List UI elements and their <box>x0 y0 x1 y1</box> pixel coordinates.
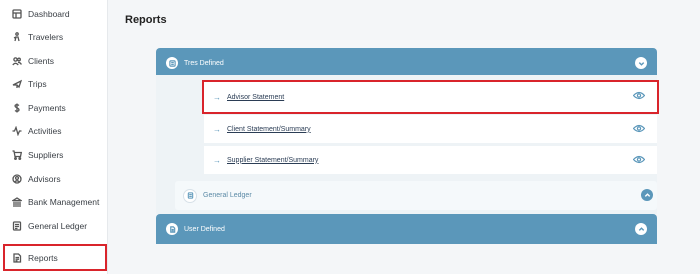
sidebar-item-label: Activities <box>28 126 62 136</box>
page-title: Reports <box>125 14 167 26</box>
report-row-supplier-statement[interactable]: → Supplier Statement/Summary <box>204 146 657 174</box>
dollar-icon <box>11 103 22 114</box>
sidebar-item-activities[interactable]: Activities <box>0 120 108 142</box>
ledger-icon <box>183 188 197 203</box>
bank-icon <box>11 197 22 208</box>
user-defined-label: User Defined <box>184 225 225 233</box>
general-ledger-label: General Ledger <box>203 192 252 199</box>
sidebar-item-label: General Ledger <box>28 221 88 231</box>
sidebar-item-label: Trips <box>28 79 47 89</box>
ledger-icon <box>11 221 22 232</box>
sidebar-item-label: Advisors <box>28 174 61 184</box>
travelers-icon <box>11 32 22 43</box>
arrow-right-icon: → <box>213 92 221 102</box>
eye-icon[interactable] <box>632 91 646 100</box>
dashboard-icon <box>11 9 22 20</box>
sidebar-item-payments[interactable]: Payments <box>0 97 108 119</box>
sidebar-item-reports[interactable]: Reports <box>3 244 107 271</box>
sidebar-item-label: Travelers <box>28 32 64 42</box>
sidebar-item-bank-management[interactable]: Bank Management <box>0 191 108 213</box>
tres-defined-label: Tres Defined <box>184 59 224 67</box>
advisors-icon <box>11 174 22 185</box>
chevron-up-icon[interactable] <box>635 223 647 235</box>
sidebar-item-trips[interactable]: Trips <box>0 73 108 95</box>
sidebar: Dashboard Travelers Clients Trips Paymen… <box>0 0 108 274</box>
clients-icon <box>11 56 22 67</box>
report-row-advisor-statement[interactable]: → Advisor Statement <box>202 80 659 114</box>
sidebar-item-general-ledger[interactable]: General Ledger <box>0 215 108 237</box>
folder-report-icon <box>166 57 178 69</box>
sidebar-item-label: Suppliers <box>28 150 64 160</box>
chevron-down-icon[interactable] <box>635 57 647 69</box>
report-link[interactable]: Supplier Statement/Summary <box>227 157 318 164</box>
tres-defined-header[interactable]: Tres Defined <box>156 48 657 78</box>
sidebar-item-travelers[interactable]: Travelers <box>0 26 108 48</box>
eye-icon[interactable] <box>632 155 646 164</box>
report-link[interactable]: Client Statement/Summary <box>227 126 311 133</box>
sidebar-item-advisors[interactable]: Advisors <box>0 168 108 190</box>
user-defined-header[interactable]: User Defined <box>156 214 657 244</box>
sidebar-item-label: Dashboard <box>28 9 70 19</box>
arrow-right-icon: → <box>213 155 221 165</box>
report-row-client-statement[interactable]: → Client Statement/Summary <box>204 115 657 143</box>
report-icon <box>11 252 22 263</box>
sidebar-item-label: Payments <box>28 103 66 113</box>
sidebar-item-label: Clients <box>28 56 54 66</box>
general-ledger-group[interactable]: General Ledger <box>175 181 657 210</box>
chevron-up-icon[interactable] <box>641 189 653 201</box>
eye-icon[interactable] <box>632 124 646 133</box>
report-link[interactable]: Advisor Statement <box>227 94 284 101</box>
sidebar-item-label: Bank Management <box>28 197 100 207</box>
sidebar-item-clients[interactable]: Clients <box>0 50 108 72</box>
cart-icon <box>11 150 22 161</box>
sidebar-item-suppliers[interactable]: Suppliers <box>0 144 108 166</box>
document-icon <box>166 223 178 235</box>
activity-icon <box>11 126 22 137</box>
main-content: Reports Tres Defined → Advisor Statement… <box>108 0 700 274</box>
trips-icon <box>11 79 22 90</box>
sidebar-item-dashboard[interactable]: Dashboard <box>0 3 108 25</box>
sidebar-item-label: Reports <box>28 252 58 263</box>
arrow-right-icon: → <box>213 124 221 134</box>
